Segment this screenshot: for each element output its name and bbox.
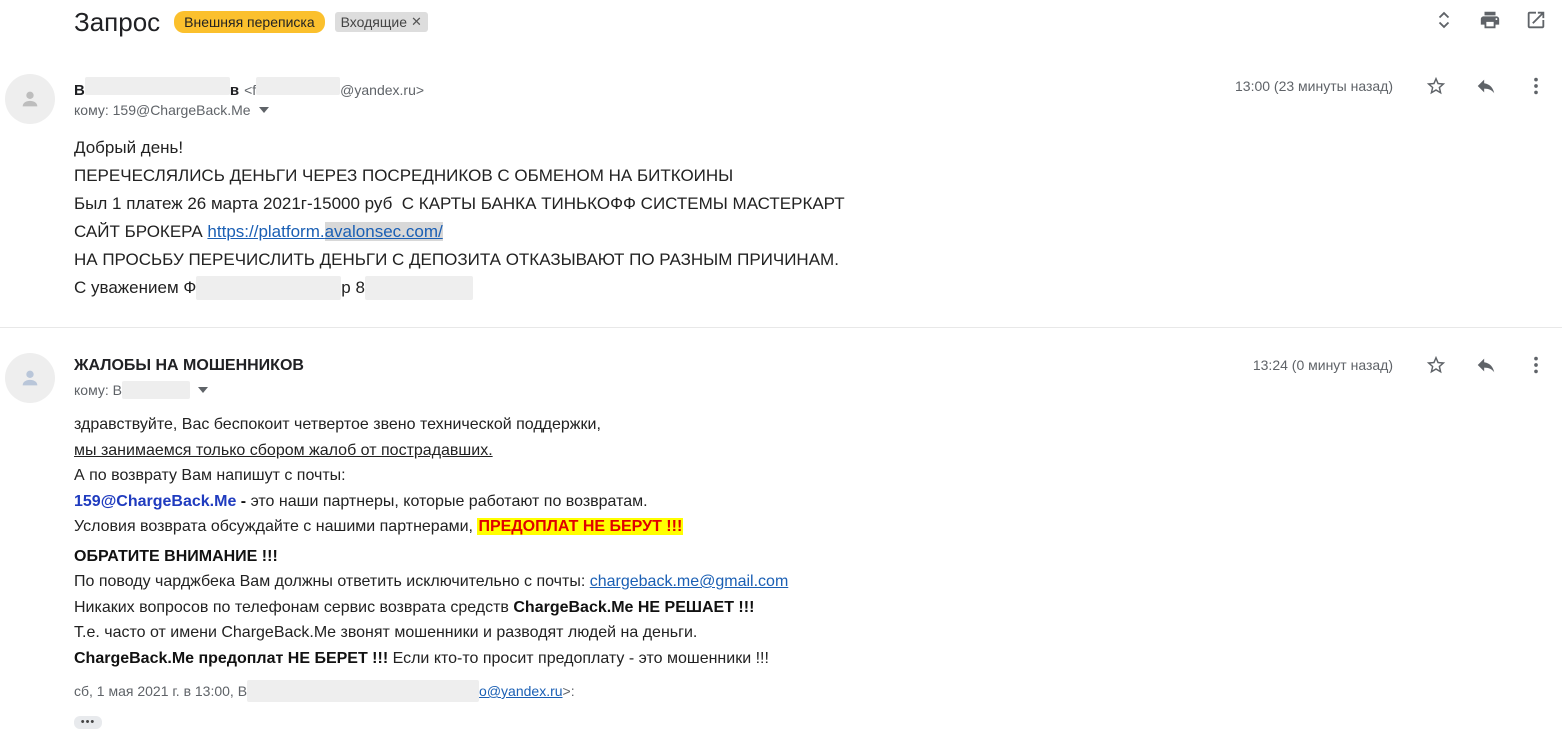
label-external-correspondence[interactable]: Внешняя переписка — [174, 11, 325, 33]
redacted-block — [247, 680, 480, 702]
signature-text: С уважением Ф — [74, 278, 197, 297]
more-options-icon[interactable] — [1524, 353, 1548, 377]
body-line: Был 1 платеж 26 марта 2021г-15000 руб С … — [74, 194, 845, 213]
message-actions — [1424, 74, 1548, 98]
sender-email-end: @yandex.ru> — [340, 82, 425, 98]
star-icon[interactable] — [1424, 74, 1448, 98]
open-in-new-window-icon[interactable] — [1524, 8, 1548, 32]
message-actions — [1424, 353, 1548, 377]
thread-toolbar — [1432, 8, 1548, 32]
email-subject: Запрос — [74, 6, 161, 37]
subject-row: Запрос Внешняя переписка Входящие ✕ — [74, 4, 428, 40]
label-inbox-text: Входящие — [340, 14, 407, 30]
person-icon — [22, 91, 38, 107]
body-text: Если кто-то просит предоплату - это моше… — [388, 649, 769, 667]
chargeback-email-link[interactable]: chargeback.me@gmail.com — [590, 573, 789, 590]
body-line: А по возврату Вам напишут с почты: — [74, 467, 346, 484]
body-text: Условия возврата обсуждайте с нашими пар… — [74, 518, 478, 535]
body-text: Никаких вопросов по телефонам сервис воз… — [74, 598, 514, 616]
body-line: ChargeBack.Me предоплат НЕ БЕРЕТ !!! Есл… — [74, 646, 788, 672]
recipient-line[interactable]: кому: В — [74, 381, 208, 399]
print-icon[interactable] — [1478, 8, 1502, 32]
body-line-underlined: мы занимаемся только сбором жалоб от пос… — [74, 441, 493, 459]
body-line: САЙТ БРОКЕРА https://platform.avalonsec.… — [74, 218, 845, 246]
recipient-line[interactable]: кому: 159@ChargeBack.Me — [74, 102, 269, 118]
redacted-block — [121, 381, 190, 399]
sender-name-start: В — [74, 82, 85, 99]
body-line: НА ПРОСЬБУ ПЕРЕЧИСЛИТЬ ДЕНЬГИ С ДЕПОЗИТА… — [74, 250, 839, 269]
remove-label-icon[interactable]: ✕ — [411, 14, 422, 30]
message-time: 13:24 (0 минут назад) — [1252, 357, 1393, 373]
attention-heading: ОБРАТИТЕ ВНИМАНИЕ !!! — [74, 547, 278, 565]
message-time: 13:00 (23 минуты назад) — [1235, 78, 1393, 94]
sender-email-start: <f — [244, 82, 257, 98]
chevron-down-icon[interactable] — [258, 107, 269, 113]
sender-name: ЖАЛОБЫ НА МОШЕННИКОВ — [74, 357, 304, 374]
link-part-highlighted: avalonsec.com/ — [324, 222, 443, 241]
quote-suffix: >: — [562, 683, 575, 699]
chevron-down-icon[interactable] — [197, 387, 208, 393]
signature-text: р 8 — [341, 278, 365, 297]
recipient-text: кому: 159@ChargeBack.Me — [74, 102, 251, 118]
more-options-icon[interactable] — [1524, 74, 1548, 98]
message-divider — [0, 327, 1562, 328]
reply-icon[interactable] — [1474, 353, 1498, 377]
body-text: это наши партнеры, которые работают по в… — [250, 492, 648, 510]
body-line: здравствуйте, Вас беспокоит четвертое зв… — [74, 416, 601, 433]
body-line: 159@ChargeBack.Me - это наши партнеры, к… — [74, 489, 788, 515]
sender-line: В в <f @yandex.ru> — [74, 77, 424, 99]
partner-email: 159@ChargeBack.Me — [74, 492, 237, 510]
redacted-block — [196, 276, 342, 300]
dash: - — [236, 492, 251, 510]
body-line: ПЕРЕЧЕСЛЯЛИСЬ ДЕНЬГИ ЧЕРЕЗ ПОСРЕДНИКОВ С… — [74, 166, 734, 185]
body-line: Добрый день! — [74, 138, 184, 157]
sender-line: ЖАЛОБЫ НА МОШЕННИКОВ — [74, 357, 304, 375]
avatar — [5, 353, 55, 403]
body-line: ОБРАТИТЕ ВНИМАНИЕ !!! — [74, 544, 788, 570]
redacted-block — [256, 77, 341, 95]
star-icon[interactable] — [1424, 353, 1448, 377]
label-inbox[interactable]: Входящие ✕ — [334, 12, 428, 32]
message-body: здравствуйте, Вас беспокоит четвертое зв… — [74, 412, 788, 671]
recipient-text: кому: В — [74, 382, 122, 398]
message-body: Добрый день! ПЕРЕЧЕСЛЯЛИСЬ ДЕНЬГИ ЧЕРЕЗ … — [74, 134, 845, 302]
bold-text: ChargeBack.Me НЕ РЕШАЕТ !!! — [513, 598, 755, 616]
redacted-block — [364, 276, 473, 300]
warning-highlight: ПРЕДОПЛАТ НЕ БЕРУТ !!! — [477, 518, 684, 535]
show-trimmed-content-button[interactable]: ••• — [74, 716, 102, 729]
body-line: Т.е. часто от имени ChargeBack.Me звонят… — [74, 624, 698, 641]
bold-text: ChargeBack.Me предоплат НЕ БЕРЕТ !!! — [74, 649, 389, 667]
expand-collapse-icon[interactable] — [1432, 8, 1456, 32]
person-icon — [22, 370, 38, 386]
sender-name-end: в — [229, 82, 240, 99]
quote-date: сб, 1 мая 2021 г. в 13:00, В — [74, 683, 248, 699]
body-line: Никаких вопросов по телефонам сервис воз… — [74, 595, 788, 621]
quote-email-link[interactable]: o@yandex.ru — [479, 683, 562, 699]
body-text: САЙТ БРОКЕРА — [74, 222, 208, 241]
reply-icon[interactable] — [1474, 74, 1498, 98]
body-text: По поводу чарджбека Вам должны ответить … — [74, 573, 590, 590]
signature-line: С уважением Ф р 8 — [74, 274, 845, 302]
quote-header: сб, 1 мая 2021 г. в 13:00, В o@yandex.ru… — [74, 680, 575, 702]
link-part: https://platform. — [207, 222, 325, 241]
broker-link[interactable]: https://platform.avalonsec.com/ — [207, 222, 443, 241]
redacted-block — [84, 77, 230, 95]
body-line: По поводу чарджбека Вам должны ответить … — [74, 569, 788, 595]
avatar — [5, 74, 55, 124]
body-line: Условия возврата обсуждайте с нашими пар… — [74, 514, 788, 540]
